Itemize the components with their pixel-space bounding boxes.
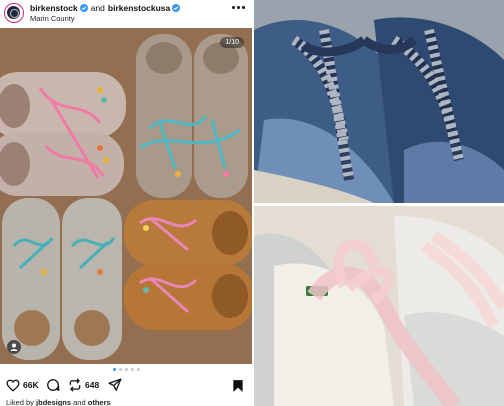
username-secondary[interactable]: birkenstockusa	[108, 3, 170, 13]
post-authors: birkenstock and birkenstockusa	[30, 3, 181, 13]
carousel-dot	[136, 368, 140, 371]
verified-badge-icon	[79, 4, 88, 12]
post-actions-bar: 66K 648	[0, 376, 252, 394]
more-horizontal-icon[interactable]	[232, 6, 246, 12]
likes-count: 66K	[23, 380, 39, 390]
blue-sneakers-image	[254, 0, 504, 203]
comment-icon	[47, 379, 60, 391]
heart-icon	[6, 379, 20, 392]
photo-white-sneakers[interactable]	[254, 206, 504, 406]
photo-blue-sneakers[interactable]	[254, 0, 504, 203]
white-sneakers-image	[254, 206, 504, 406]
bookmark-icon	[233, 380, 243, 392]
verified-badge-icon	[172, 4, 181, 12]
carousel-indicator	[0, 368, 252, 374]
liked-by-line: Liked by jbdesigns and others	[6, 398, 111, 406]
clogs-photo	[0, 28, 252, 364]
save-button[interactable]	[232, 379, 244, 393]
avatar[interactable]	[4, 3, 24, 23]
username-connector: and	[90, 3, 105, 13]
username-primary[interactable]: birkenstock	[30, 3, 78, 13]
share-icon	[108, 378, 122, 391]
like-button[interactable]: 66K	[6, 378, 39, 392]
post-header: birkenstock and birkenstockusa Marin Cou…	[0, 0, 252, 28]
repost-button[interactable]: 648	[68, 378, 99, 392]
carousel-dot	[130, 368, 134, 371]
liked-by-suffix: and	[73, 398, 86, 406]
liked-by-user[interactable]: jbdesigns	[36, 398, 71, 406]
carousel-dot	[124, 368, 128, 371]
user-tag-icon[interactable]	[7, 340, 21, 354]
reposts-count: 648	[85, 380, 100, 390]
post-image-clogs[interactable]: 1/10	[0, 28, 252, 364]
comment-button[interactable]	[46, 378, 60, 392]
carousel-dot	[118, 368, 122, 371]
clog-pink-laces	[0, 72, 126, 196]
liked-by-prefix: Liked by	[6, 398, 34, 406]
repost-icon	[69, 378, 81, 392]
instagram-post: birkenstock and birkenstockusa Marin Cou…	[0, 0, 252, 406]
avatar-logo	[7, 6, 20, 19]
image-counter: 1/10	[220, 37, 244, 48]
post-location[interactable]: Marin County	[30, 14, 75, 23]
carousel-dot-active	[112, 368, 116, 371]
liked-by-others[interactable]: others	[88, 398, 111, 406]
share-button[interactable]	[108, 378, 122, 392]
